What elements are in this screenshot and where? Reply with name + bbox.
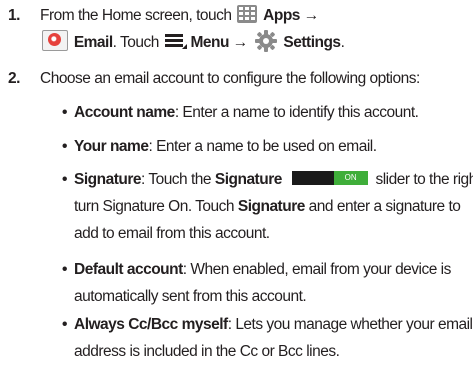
bullet-icon: • (62, 171, 67, 188)
settings-gear-icon (254, 29, 278, 53)
option-line: add to email from this account. (74, 225, 270, 242)
step-text: . (340, 34, 345, 51)
option-description: : Lets you manage whether your email (227, 316, 473, 333)
option-line: automatically sent from this account. (74, 288, 307, 305)
option-always-cc-bcc: • Always Cc/Bcc myself: Lets you manage … (62, 311, 473, 365)
step-1-line-2: Email. Touch Menu → Settings. (40, 29, 465, 56)
option-your-name: • Your name: Enter a name to be used on … (62, 133, 467, 160)
option-line: Signature: Touch the Signature ON slider… (74, 166, 473, 193)
option-term: Signature (74, 171, 141, 188)
option-description: : Enter a name to identify this account. (174, 104, 419, 121)
option-description: and enter a signature to (308, 198, 461, 215)
manual-page: 1. From the Home screen, touch Apps → Em… (0, 0, 473, 365)
option-term: Signature (214, 171, 282, 188)
option-signature: • Signature: Touch the Signature ON slid… (62, 166, 473, 247)
option-line: Your name: Enter a name to be used on em… (74, 133, 467, 160)
option-term: Signature (237, 198, 305, 215)
option-line: Default account: When enabled, email fro… (74, 256, 467, 283)
option-line: Account name: Enter a name to identify t… (74, 99, 467, 126)
step-1-line-1: From the Home screen, touch Apps → (40, 2, 465, 29)
option-account-name: • Account name: Enter a name to identify… (62, 99, 467, 126)
option-term: Account name (74, 104, 175, 121)
option-description: turn Signature On. Touch (74, 198, 235, 215)
menu-icon (164, 33, 187, 49)
option-term: Your name (74, 138, 149, 155)
step-number: 1. (8, 7, 20, 24)
option-description: : When enabled, email from your device i… (182, 261, 452, 278)
bullet-icon: • (62, 261, 67, 278)
bullet-icon: • (62, 316, 67, 333)
toggle-on-label: ON (333, 170, 368, 185)
email-label: Email (73, 34, 113, 51)
step-text: From the Home screen, touch (40, 7, 232, 24)
step-body: Choose an email account to configure the… (40, 65, 465, 92)
step-2-text: Choose an email account to configure the… (40, 70, 420, 87)
option-term: Always Cc/Bcc myself (74, 316, 228, 333)
step-number: 2. (8, 70, 20, 87)
option-term: Default account (74, 261, 183, 278)
bullet-icon: • (62, 138, 67, 155)
option-line: address is included in the Cc or Bcc lin… (74, 343, 340, 360)
email-app-icon (42, 30, 68, 52)
option-description: : Enter a name to be used on email. (148, 138, 377, 155)
step-text: . Touch (112, 34, 160, 51)
option-line: turn Signature On. Touch Signature and e… (74, 193, 467, 220)
step-body: From the Home screen, touch Apps → Email… (40, 2, 465, 56)
settings-label: Settings (283, 34, 341, 51)
option-default-account: • Default account: When enabled, email f… (62, 256, 467, 310)
bullet-icon: • (62, 104, 67, 121)
signature-toggle-switch: ON (291, 170, 368, 185)
option-description: : Touch the (140, 171, 212, 188)
option-line: Always Cc/Bcc myself: Lets you manage wh… (74, 311, 473, 338)
apps-grid-icon (237, 4, 258, 23)
apps-label: Apps → (263, 7, 319, 24)
option-description: slider to the right to (375, 171, 473, 188)
menu-label: Menu → (190, 34, 249, 51)
